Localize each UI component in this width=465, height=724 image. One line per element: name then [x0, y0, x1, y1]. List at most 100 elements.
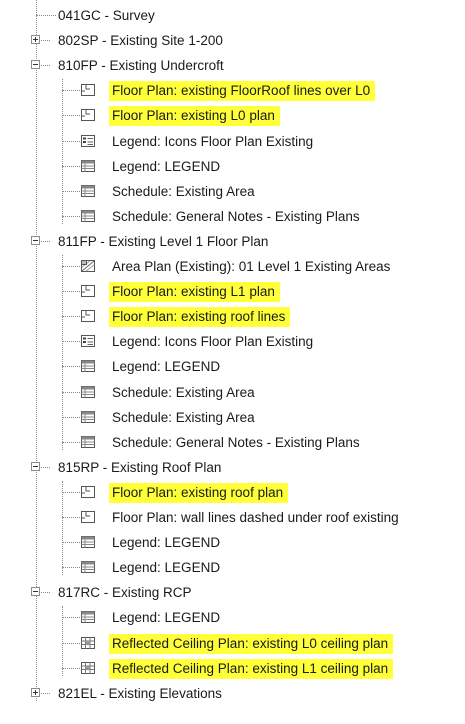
schedule-icon: [80, 434, 96, 450]
tree-view-row[interactable]: Schedule: Existing Area: [0, 380, 465, 405]
connector-line: [62, 391, 80, 393]
floor-plan-icon: [80, 484, 96, 500]
schedule-icon: [80, 358, 96, 374]
connector-line: [62, 416, 80, 418]
schedule-icon: [80, 384, 96, 400]
connector-line: [62, 366, 80, 368]
expand-plus-icon[interactable]: [31, 687, 40, 697]
tree-group-row[interactable]: 810FP - Existing Undercroft: [0, 53, 465, 78]
tree-view-row[interactable]: Legend: LEGEND: [0, 605, 465, 630]
tree-view-row[interactable]: Floor Plan: existing roof plan: [0, 480, 465, 505]
view-label: Floor Plan: existing roof plan: [112, 484, 284, 500]
group-label: 811FP - Existing Level 1 Floor Plan: [58, 233, 269, 249]
connector-line: [62, 140, 80, 142]
tree-view-row[interactable]: Legend: Icons Floor Plan Existing: [0, 129, 465, 154]
view-label: Reflected Ceiling Plan: existing L0 ceil…: [112, 635, 389, 651]
view-label: Legend: LEGEND: [112, 535, 221, 551]
connector-line: [62, 517, 80, 518]
tree-view-row[interactable]: Schedule: Existing Area: [0, 179, 465, 204]
area-plan-icon: [80, 258, 96, 274]
connector-line: [62, 617, 80, 619]
legend-icon: [80, 333, 96, 349]
connector-line: [62, 341, 80, 343]
connector-line: [62, 266, 80, 267]
tree-view-row[interactable]: Floor Plan: wall lines dashed under roof…: [0, 505, 465, 530]
tree-view-row[interactable]: Legend: LEGEND: [0, 530, 465, 555]
collapse-minus-icon[interactable]: [31, 235, 40, 245]
view-label: Schedule: General Notes - Existing Plans: [112, 434, 360, 450]
schedule-icon: [80, 534, 96, 550]
connector-line: [36, 15, 56, 16]
group-label: 810FP - Existing Undercroft: [58, 58, 224, 74]
connector-line: [62, 642, 80, 644]
floor-plan-icon: [80, 509, 96, 525]
view-label: Schedule: Existing Area: [112, 384, 255, 400]
tree-view-row[interactable]: Schedule: Existing Area: [0, 405, 465, 430]
view-label: Floor Plan: existing FloorRoof lines ove…: [112, 83, 371, 99]
view-label: Floor Plan: existing roof lines: [112, 309, 286, 325]
legend-icon: [80, 133, 96, 149]
view-label: Reflected Ceiling Plan: existing L1 ceil…: [112, 660, 389, 676]
schedule-icon: [80, 208, 96, 224]
group-label: 821EL - Existing Elevations: [58, 685, 222, 701]
tree-view-row[interactable]: Legend: LEGEND: [0, 154, 465, 179]
floor-plan-icon: [80, 308, 96, 324]
tree-view-row[interactable]: Legend: Icons Floor Plan Existing: [0, 329, 465, 354]
connector-line: [62, 90, 80, 92]
tree-view-row[interactable]: Schedule: General Notes - Existing Plans: [0, 430, 465, 455]
tree-view-row[interactable]: Floor Plan: existing FloorRoof lines ove…: [0, 78, 465, 103]
tree-group-row[interactable]: 811FP - Existing Level 1 Floor Plan: [0, 229, 465, 254]
group-label: 817RC - Existing RCP: [58, 585, 192, 601]
view-label: Legend: LEGEND: [112, 610, 221, 626]
view-label: Legend: LEGEND: [112, 359, 221, 375]
view-label: Floor Plan: existing L0 plan: [112, 108, 275, 124]
view-label: Floor Plan: existing L1 plan: [112, 284, 275, 300]
connector-line: [62, 567, 80, 569]
view-label: Legend: Icons Floor Plan Existing: [112, 334, 314, 350]
schedule-icon: [80, 609, 96, 625]
schedule-icon: [80, 183, 96, 199]
tree-view-row[interactable]: Floor Plan: existing L0 plan: [0, 103, 465, 128]
tree-group-row[interactable]: 041GC - Survey: [0, 3, 465, 28]
tree-view-row[interactable]: Floor Plan: existing roof lines: [0, 304, 465, 329]
schedule-icon: [80, 409, 96, 425]
connector-line: [62, 291, 80, 293]
floor-plan-icon: [80, 107, 96, 123]
view-label: Schedule: General Notes - Existing Plans: [112, 208, 360, 224]
tree-view-row[interactable]: Legend: LEGEND: [0, 354, 465, 379]
floor-plan-icon: [80, 82, 96, 98]
connector-line: [62, 667, 80, 669]
schedule-icon: [80, 559, 96, 575]
connector-line: [62, 491, 80, 493]
tree-group-row[interactable]: 815RP - Existing Roof Plan: [0, 455, 465, 480]
tree-view-row[interactable]: Reflected Ceiling Plan: existing L0 ceil…: [0, 631, 465, 656]
view-label: Floor Plan: wall lines dashed under roof…: [112, 510, 399, 525]
connector-line: [62, 165, 80, 167]
ceiling-plan-icon: [80, 660, 96, 676]
tree-view-row[interactable]: Floor Plan: existing L1 plan: [0, 279, 465, 304]
view-label: Legend: LEGEND: [112, 158, 221, 174]
tree-group-row[interactable]: 821EL - Existing Elevations: [0, 681, 465, 706]
collapse-minus-icon[interactable]: [31, 461, 40, 471]
group-label: 815RP - Existing Roof Plan: [58, 459, 222, 475]
tree-view-row[interactable]: Legend: LEGEND: [0, 555, 465, 580]
tree-view-row[interactable]: Schedule: General Notes - Existing Plans: [0, 204, 465, 229]
view-label: Legend: LEGEND: [112, 560, 221, 576]
view-label: Schedule: Existing Area: [112, 183, 255, 199]
connector-line: [62, 215, 80, 217]
floor-plan-icon: [80, 283, 96, 299]
collapse-minus-icon[interactable]: [31, 60, 40, 70]
connector-line: [62, 441, 80, 443]
ceiling-plan-icon: [80, 635, 96, 651]
collapse-minus-icon[interactable]: [31, 587, 40, 597]
connector-line: [62, 316, 80, 318]
tree-group-row[interactable]: 802SP - Existing Site 1-200: [0, 28, 465, 53]
expand-plus-icon[interactable]: [31, 35, 40, 45]
tree-view-row[interactable]: Reflected Ceiling Plan: existing L1 ceil…: [0, 656, 465, 681]
project-browser-tree: 041GC - Survey 802SP - Existing Site 1-20…: [0, 0, 465, 724]
view-label: Area Plan (Existing): 01 Level 1 Existin…: [112, 259, 391, 274]
tree-group-row[interactable]: 817RC - Existing RCP: [0, 580, 465, 605]
group-label: 802SP - Existing Site 1-200: [58, 33, 223, 49]
view-label: Schedule: Existing Area: [112, 409, 255, 425]
tree-view-row[interactable]: Area Plan (Existing): 01 Level 1 Existin…: [0, 254, 465, 279]
